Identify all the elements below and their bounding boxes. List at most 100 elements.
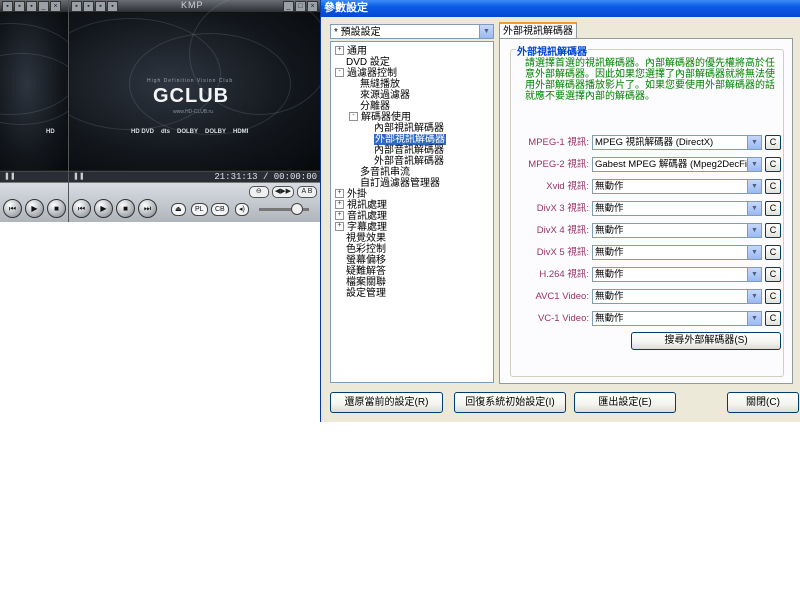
decoder-config-button[interactable]: C [765,311,781,326]
tree-item[interactable]: 設定管理 [335,288,386,299]
decoder-select[interactable]: 無動作 ▼ [592,311,762,326]
decoder-config-button[interactable]: C [765,245,781,260]
decoder-select[interactable]: 無動作 ▼ [592,267,762,282]
stop-icon[interactable]: ■ [47,199,66,218]
chevron-down-icon[interactable]: ▼ [747,290,761,303]
tree-item[interactable]: 內部音訊解碼器 [363,145,444,156]
tree-item[interactable]: - 解碼器使用 [349,111,411,123]
tree-item[interactable]: 自訂過濾器管理器 [349,178,440,189]
stop-icon[interactable]: ■ [116,199,135,218]
tree-item[interactable]: 螢幕偏移 [335,255,386,266]
decoder-select[interactable]: MPEG 視訊解碼器 (DirectX) ▼ [592,135,762,150]
previous-icon[interactable]: ⏮ [3,199,22,218]
tree-item[interactable]: 視覺效果 [335,233,386,244]
brand-logo: DOLBY [205,129,227,135]
pause-mini-icon[interactable]: ❚❚ [4,173,16,180]
decoder-select[interactable]: 無動作 ▼ [592,179,762,194]
play-icon[interactable]: ▶ [94,199,113,218]
tree-item[interactable]: 分離器 [349,101,390,112]
reset-defaults-button[interactable]: 回復系統初始設定(I) [454,392,566,413]
decoder-select[interactable]: Gabest MPEG 解碼器 (Mpeg2DecFilter.a ▼ [592,157,762,172]
tree-item[interactable]: 無縫播放 [349,79,400,90]
speed-icon[interactable]: ◀▶▶ [271,186,294,198]
close-button[interactable]: 關閉(C) [727,392,799,413]
chevron-down-icon[interactable]: ▼ [747,180,761,193]
pin-icon[interactable]: ▪ [83,1,94,12]
play-icon[interactable]: ▶ [25,199,44,218]
decoder-config-button[interactable]: C [765,201,781,216]
decoder-select[interactable]: 無動作 ▼ [592,289,762,304]
menu-icon[interactable]: ▪ [2,1,13,12]
eject-icon[interactable]: ⏏ [171,203,186,216]
tree-item[interactable]: + 通用 [335,45,367,57]
previous-icon[interactable]: ⏮ [72,199,91,218]
decoder-config-button[interactable]: C [765,289,781,304]
tree-item[interactable]: 內部視訊解碼器 [363,123,444,134]
chevron-down-icon[interactable]: ▼ [747,136,761,149]
pause-mini-icon[interactable]: ❚❚ [73,173,85,180]
skin-icon[interactable]: ▪ [26,1,37,12]
tree-item[interactable]: + 視訊處理 [335,199,387,211]
tree-item[interactable]: - 過濾器控制 [335,67,397,79]
tree-item[interactable]: 多音訊串流 [349,167,410,178]
tree-item[interactable]: 外部音訊解碼器 [363,156,444,167]
search-external-decoder-button[interactable]: 搜尋外部解碼器(S) [631,332,781,350]
tree-item[interactable]: 檔案關聯 [335,277,386,288]
decoder-select[interactable]: 無動作 ▼ [592,223,762,238]
ab-repeat-button[interactable]: A B [297,186,317,198]
decoder-config-button[interactable]: C [765,157,781,172]
mute-icon[interactable]: ◂) [235,203,249,216]
next-icon[interactable]: ⏭ [138,199,157,218]
tree-item[interactable]: 色彩控制 [335,244,386,255]
skin-icon[interactable]: ▪ [95,1,106,12]
close-icon[interactable]: × [50,1,61,12]
repeat-icon[interactable]: ⊖ [248,186,269,198]
seek-bar[interactable]: ❚❚ 21:31:13 / 00:00:00 [69,171,321,182]
video-area[interactable]: HD [0,13,68,170]
logo-url: www.HD-CLUB.ru [173,109,214,115]
tree-item[interactable]: + 外掛 [335,188,367,200]
chevron-down-icon[interactable]: ▼ [747,224,761,237]
tab-external-video-decoder[interactable]: 外部視訊解碼器 [499,22,577,38]
decoder-config-button[interactable]: C [765,267,781,282]
video-area[interactable]: High Definition Vision Club GCLUB www.HD… [69,0,321,170]
chevron-down-icon[interactable]: ▼ [747,268,761,281]
tree-item[interactable]: 來源過濾器 [349,90,410,101]
expand-icon[interactable]: + [335,199,344,209]
player-titlebar[interactable]: ▪ ▪ ▪ _ × [0,0,68,13]
playlist-icon[interactable]: ▪ [107,1,118,12]
playlist-button[interactable]: PL [191,203,208,216]
tree-item[interactable]: DVD 設定 [335,57,390,68]
chevron-down-icon[interactable]: ▼ [747,312,761,325]
decoder-config-button[interactable]: C [765,223,781,238]
tree-item[interactable]: + 字幕處理 [335,221,387,233]
export-settings-button[interactable]: 匯出設定(E) [574,392,676,413]
tree-item[interactable]: 疑難解答 [335,266,386,277]
decoder-select-value: 無動作 [595,291,624,302]
chevron-down-icon[interactable]: ▼ [747,202,761,215]
volume-knob[interactable] [291,203,303,215]
expand-icon[interactable]: + [335,210,344,220]
decoder-select[interactable]: 無動作 ▼ [592,245,762,260]
chevron-down-icon[interactable]: ▼ [479,25,493,38]
pin-icon[interactable]: ▪ [14,1,25,12]
seek-bar[interactable]: ❚❚ [0,171,68,182]
decoder-label: AVC1 Video: [535,291,589,302]
collapse-icon[interactable]: - [335,67,344,77]
expand-icon[interactable]: + [335,221,344,231]
expand-icon[interactable]: + [335,45,344,55]
preset-dropdown[interactable]: * 預設設定 ▼ [330,24,494,39]
decoder-config-button[interactable]: C [765,135,781,150]
menu-icon[interactable]: ▪ [71,1,82,12]
control-box-button[interactable]: CB [211,203,229,216]
collapse-icon[interactable]: - [349,111,358,121]
decoder-select[interactable]: 無動作 ▼ [592,201,762,216]
chevron-down-icon[interactable]: ▼ [747,246,761,259]
tree-item[interactable]: 外部視訊解碼器 [363,134,446,145]
minimize-icon[interactable]: _ [38,1,49,12]
expand-icon[interactable]: + [335,188,344,198]
decoder-config-button[interactable]: C [765,179,781,194]
restore-current-settings-button[interactable]: 還原當前的設定(R) [330,392,443,413]
tree-item[interactable]: + 音訊處理 [335,210,387,222]
chevron-down-icon[interactable]: ▼ [747,158,761,171]
